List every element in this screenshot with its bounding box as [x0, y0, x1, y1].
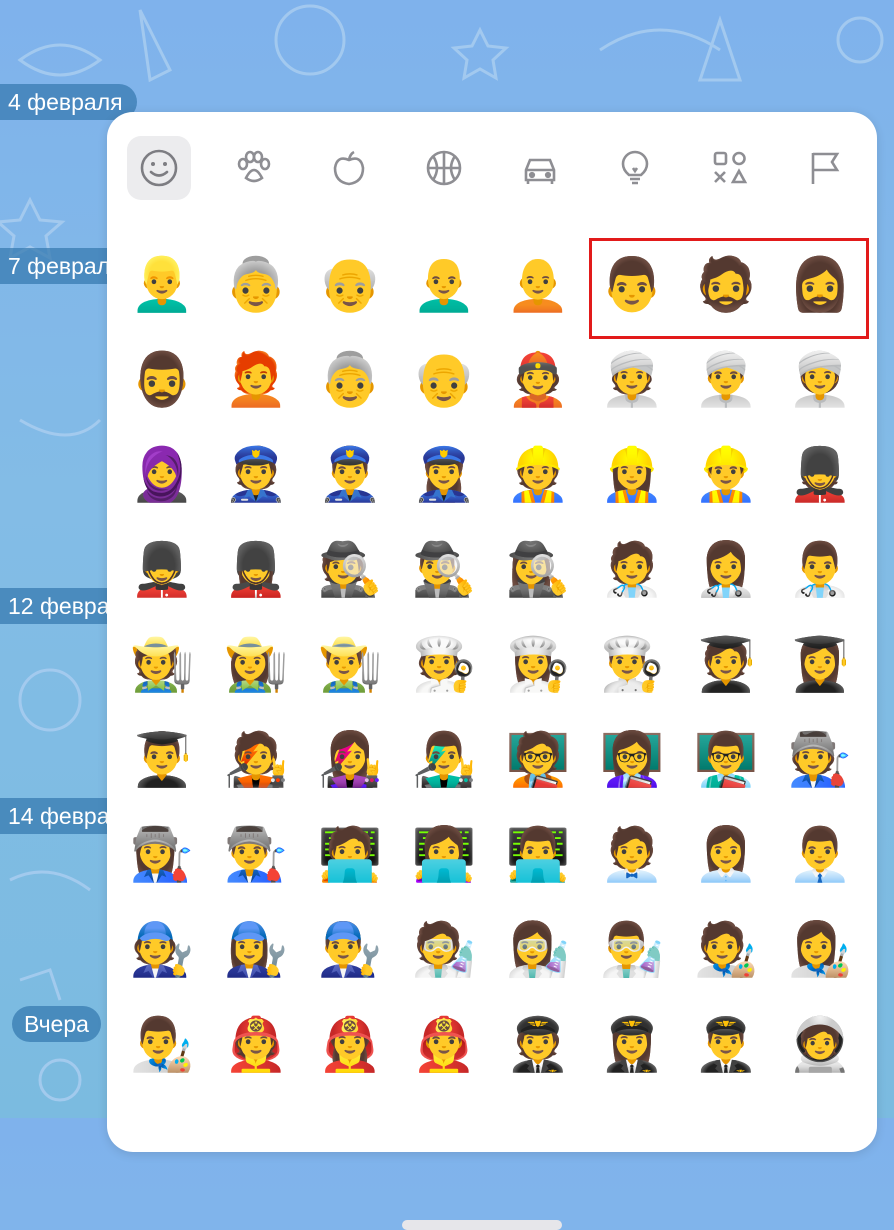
emoji-item[interactable]: 👨‍🎤	[397, 712, 491, 807]
emoji-item[interactable]: 👨‍💼	[773, 807, 867, 902]
emoji-item[interactable]: 🧑‍🏫	[491, 712, 585, 807]
symbols-icon	[713, 151, 748, 184]
tab-animals[interactable]	[222, 136, 286, 200]
tab-smileys[interactable]	[127, 136, 191, 200]
emoji-item[interactable]: 👮‍♂️	[303, 427, 397, 522]
emoji-item[interactable]: 👵	[303, 332, 397, 427]
emoji-item[interactable]: 👨‍🌾	[303, 617, 397, 712]
emoji-grid: 👱‍♂️ 👵 👴 👨‍🦲 🧑‍🦲 👨 🧔 🧔‍♀️ 🧔‍♂️ 🧑‍🦰 👵 👴 👲 👳 👳‍♂️ 👳‍♀️ 🧕 👮 👮…	[115, 237, 867, 1092]
emoji-item[interactable]: 👷‍♀️	[585, 427, 679, 522]
emoji-item[interactable]: 👨‍🚒	[397, 997, 491, 1092]
emoji-item[interactable]: 👩‍🎤	[303, 712, 397, 807]
tab-travel[interactable]	[508, 136, 572, 200]
emoji-item[interactable]: 👩‍🔬	[491, 902, 585, 997]
emoji-item[interactable]: 👨‍🎓	[115, 712, 209, 807]
tab-objects[interactable]	[603, 136, 667, 200]
emoji-item[interactable]: 👩‍💼	[679, 807, 773, 902]
emoji-item[interactable]: 👨‍🔬	[585, 902, 679, 997]
emoji-item[interactable]: 🕵️‍♂️	[397, 522, 491, 617]
emoji-item[interactable]: 👨‍🎨	[115, 997, 209, 1092]
emoji-item[interactable]: 🧑‍💼	[585, 807, 679, 902]
emoji-item[interactable]: 🧑‍⚕️	[585, 522, 679, 617]
emoji-item[interactable]: 👩‍🔧	[209, 902, 303, 997]
emoji-item[interactable]: 🧑‍🔬	[397, 902, 491, 997]
emoji-item[interactable]: 👩‍💻	[397, 807, 491, 902]
lightbulb-icon	[621, 150, 649, 185]
emoji-item[interactable]: 🕵️‍♀️	[491, 522, 585, 617]
emoji-item[interactable]: 👨‍🏫	[679, 712, 773, 807]
category-tabs	[127, 136, 857, 200]
emoji-item[interactable]: 🧑‍🚒	[209, 997, 303, 1092]
emoji-item[interactable]: 👨‍🔧	[303, 902, 397, 997]
emoji-item[interactable]: 🧕	[115, 427, 209, 522]
emoji-item[interactable]: 👳	[585, 332, 679, 427]
emoji-item[interactable]: 👩‍🚒	[303, 997, 397, 1092]
emoji-item[interactable]: 🧑‍🍳	[397, 617, 491, 712]
emoji-item[interactable]: 👳‍♀️	[773, 332, 867, 427]
emoji-item[interactable]: 🕵️	[303, 522, 397, 617]
emoji-item[interactable]: 👩‍🏭	[115, 807, 209, 902]
date-separator: 4 февраля	[0, 84, 137, 120]
emoji-item[interactable]: 🧑‍🦰	[209, 332, 303, 427]
emoji-item[interactable]: 👲	[491, 332, 585, 427]
emoji-item[interactable]: 👩‍🍳	[491, 617, 585, 712]
tab-symbols[interactable]	[698, 136, 762, 200]
emoji-item[interactable]: 👨‍⚕️	[773, 522, 867, 617]
emoji-item[interactable]: 👵	[209, 237, 303, 332]
emoji-item[interactable]: 👷	[491, 427, 585, 522]
emoji-item[interactable]: 💂	[773, 427, 867, 522]
emoji-item[interactable]: 👨‍🦲	[397, 237, 491, 332]
emoji-item[interactable]: 👮	[209, 427, 303, 522]
emoji-item[interactable]: 🧑‍🎓	[679, 617, 773, 712]
emoji-item[interactable]: 👳‍♂️	[679, 332, 773, 427]
emoji-item[interactable]: 🧑‍✈️	[491, 997, 585, 1092]
emoji-item[interactable]: 💂‍♂️	[115, 522, 209, 617]
tab-flags[interactable]	[793, 136, 857, 200]
emoji-item[interactable]: 👩‍🎓	[773, 617, 867, 712]
emoji-item[interactable]: 👨‍🍳	[585, 617, 679, 712]
emoji-item[interactable]: 👩‍🎨	[773, 902, 867, 997]
emoji-item[interactable]: 🧑‍🏭	[773, 712, 867, 807]
emoji-item[interactable]: 👱‍♂️	[115, 237, 209, 332]
tab-activity[interactable]	[412, 136, 476, 200]
flag-icon	[811, 152, 840, 184]
emoji-item[interactable]: 👩‍⚕️	[679, 522, 773, 617]
emoji-item[interactable]: 🧑‍💻	[303, 807, 397, 902]
emoji-item[interactable]: 👩‍✈️	[585, 997, 679, 1092]
emoji-item[interactable]: 👴	[397, 332, 491, 427]
bottom-handle[interactable]	[402, 1220, 562, 1230]
emoji-item[interactable]: 👨‍✈️	[679, 997, 773, 1092]
emoji-item[interactable]: 🧑‍🎨	[679, 902, 773, 997]
emoji-item[interactable]: 🧑‍🌾	[115, 617, 209, 712]
emoji-item[interactable]: 👴	[303, 237, 397, 332]
car-icon	[524, 158, 555, 184]
emoji-item[interactable]: 👩‍🌾	[209, 617, 303, 712]
paw-icon	[237, 150, 271, 183]
emoji-item[interactable]: 🧑‍🎤	[209, 712, 303, 807]
emoji-item[interactable]: 🧑‍🚀	[773, 997, 867, 1092]
smiley-icon	[140, 149, 178, 187]
emoji-item[interactable]: 👨‍🏭	[209, 807, 303, 902]
emoji-item[interactable]: 👨‍💻	[491, 807, 585, 902]
highlight-box	[589, 238, 869, 339]
ball-icon	[427, 150, 462, 186]
emoji-item[interactable]: 🧑‍🦲	[491, 237, 585, 332]
emoji-item[interactable]: 🧔‍♂️	[115, 332, 209, 427]
emoji-item[interactable]: 👮‍♀️	[397, 427, 491, 522]
emoji-item[interactable]: 🧑‍🔧	[115, 902, 209, 997]
apple-icon	[333, 150, 365, 186]
date-separator: Вчера	[12, 1006, 101, 1042]
emoji-item[interactable]: 💂‍♀️	[209, 522, 303, 617]
emoji-item[interactable]: 👩‍🏫	[585, 712, 679, 807]
emoji-item[interactable]: 👷‍♂️	[679, 427, 773, 522]
tab-food[interactable]	[317, 136, 381, 200]
